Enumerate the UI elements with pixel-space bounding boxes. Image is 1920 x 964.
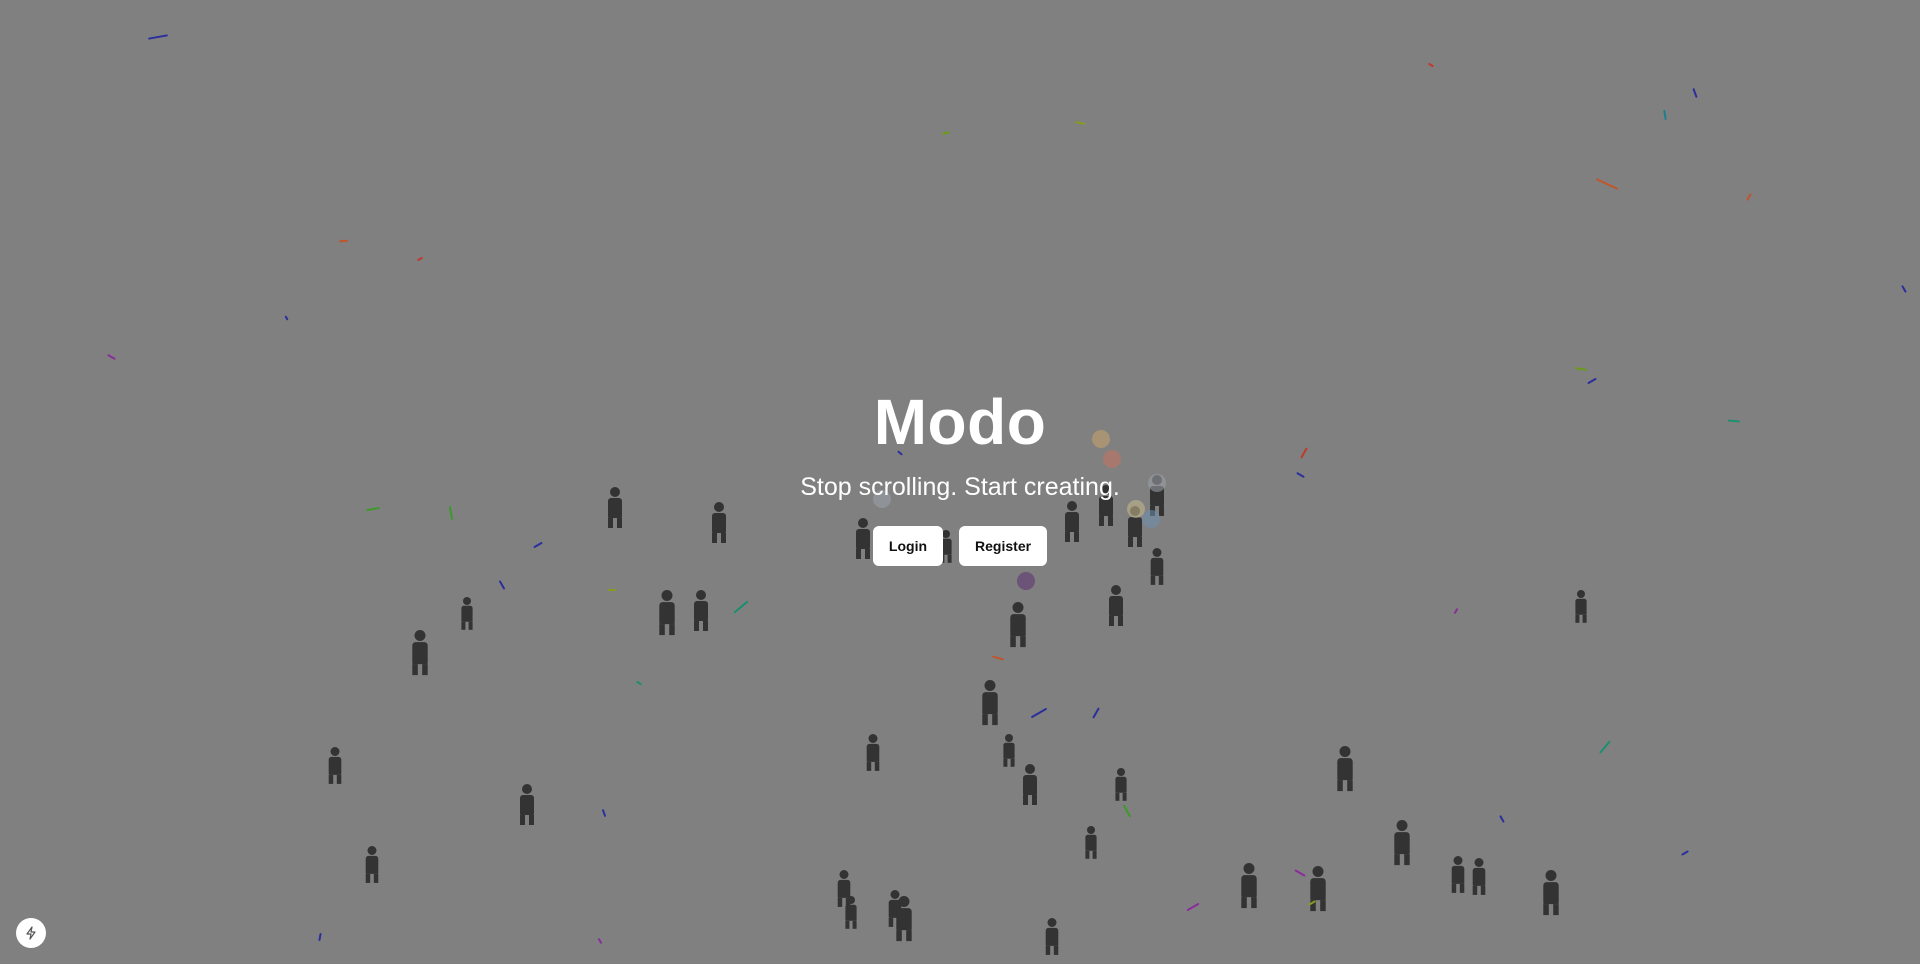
- confetti-piece: [1681, 850, 1689, 856]
- auth-actions: Login Register: [0, 526, 1920, 566]
- confetti-piece: [1663, 109, 1667, 121]
- register-button[interactable]: Register: [959, 526, 1048, 566]
- person-figure: [365, 846, 379, 883]
- emoji-sticker: [1017, 572, 1035, 590]
- confetti-piece: [498, 580, 506, 590]
- confetti-piece: [318, 932, 322, 942]
- person-figure: [1003, 734, 1016, 767]
- confetti-piece: [1122, 804, 1132, 818]
- confetti-piece: [1294, 869, 1306, 877]
- person-figure: [1085, 826, 1098, 859]
- person-figure: [845, 896, 858, 929]
- hero: Modo Stop scrolling. Start creating. Log…: [0, 380, 1920, 566]
- person-figure: [411, 630, 429, 676]
- confetti-piece: [1599, 740, 1611, 754]
- person-figure: [693, 590, 709, 631]
- person-figure: [1472, 858, 1486, 895]
- confetti-piece: [147, 34, 169, 40]
- confetti-piece: [1074, 121, 1086, 125]
- person-figure: [1045, 918, 1059, 955]
- confetti-piece: [1499, 815, 1505, 823]
- confetti-piece: [1746, 193, 1752, 201]
- person-figure: [1451, 856, 1465, 893]
- confetti-piece: [733, 600, 749, 614]
- person-figure: [328, 747, 342, 784]
- login-button[interactable]: Login: [872, 526, 944, 566]
- confetti-piece: [107, 353, 116, 361]
- confetti-piece: [991, 655, 1005, 661]
- confetti-piece: [1453, 607, 1459, 615]
- confetti-piece: [1186, 902, 1200, 912]
- corner-action-button[interactable]: [16, 918, 46, 948]
- confetti-piece: [941, 130, 951, 136]
- landing-stage: Modo Stop scrolling. Start creating. Log…: [0, 0, 1920, 964]
- person-figure: [461, 597, 474, 630]
- confetti-piece: [1574, 366, 1588, 372]
- lightning-bolt-icon: [26, 926, 36, 940]
- person-figure: [1009, 602, 1027, 648]
- confetti-piece: [284, 315, 289, 321]
- person-figure: [1108, 585, 1124, 626]
- confetti-piece: [1092, 707, 1100, 719]
- confetti-piece: [1427, 62, 1435, 68]
- confetti-piece: [597, 937, 603, 945]
- app-title: Modo: [873, 386, 1047, 458]
- confetti-piece: [1030, 707, 1048, 719]
- confetti-piece: [416, 256, 424, 262]
- confetti-piece: [338, 239, 349, 243]
- confetti-piece: [601, 808, 607, 818]
- person-figure: [1240, 863, 1258, 909]
- app-tagline: Stop scrolling. Start creating.: [800, 473, 1120, 501]
- person-figure: [895, 896, 913, 942]
- person-figure: [1022, 764, 1038, 805]
- confetti-piece: [1692, 87, 1698, 99]
- confetti-piece: [608, 589, 616, 591]
- person-figure: [1309, 866, 1327, 912]
- person-figure: [1542, 870, 1560, 916]
- person-figure: [519, 784, 535, 825]
- person-figure: [1393, 820, 1411, 866]
- person-figure: [866, 734, 880, 771]
- person-figure: [981, 680, 999, 726]
- person-figure: [1336, 746, 1354, 792]
- confetti-piece: [1901, 285, 1907, 293]
- confetti-piece: [1595, 178, 1619, 190]
- confetti-piece: [635, 680, 643, 686]
- person-figure: [1115, 768, 1128, 801]
- person-figure: [1575, 590, 1588, 623]
- person-figure: [658, 590, 676, 636]
